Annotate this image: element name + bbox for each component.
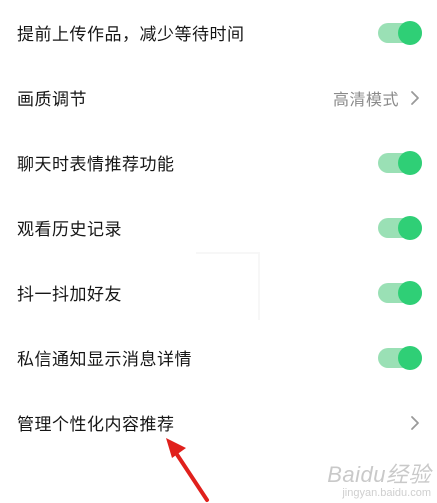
toggle-knob	[398, 215, 422, 240]
toggle-knob	[398, 150, 422, 175]
toggle-switch-watch-history[interactable]	[378, 215, 422, 240]
toggle-switch-emoji-recommend[interactable]	[378, 150, 422, 175]
setting-label: 管理个性化内容推荐	[17, 415, 175, 435]
setting-row-message-details[interactable]: 私信通知显示消息详情	[0, 325, 437, 390]
setting-label: 私信通知显示消息详情	[17, 350, 192, 370]
setting-link-group[interactable]	[409, 415, 421, 431]
setting-label: 聊天时表情推荐功能	[17, 155, 175, 175]
toggle-knob	[398, 345, 422, 370]
chevron-right-icon	[411, 415, 419, 430]
watermark-logo: Baidu经验	[327, 461, 431, 487]
setting-row-emoji-recommend[interactable]: 聊天时表情推荐功能	[0, 130, 437, 195]
toggle-switch-shake-add-friend[interactable]	[378, 280, 422, 305]
watermark-url: jingyan.baidu.com	[342, 486, 431, 499]
baidu-jingyan-watermark: Baidu经验 jingyan.baidu.com	[327, 461, 431, 499]
chevron-right-icon	[411, 90, 419, 105]
setting-label: 画质调节	[17, 90, 87, 110]
setting-label: 抖一抖加好友	[17, 285, 122, 305]
setting-row-video-quality[interactable]: 画质调节 高清模式	[0, 65, 437, 130]
toggle-knob	[398, 20, 422, 45]
setting-row-shake-add-friend[interactable]: 抖一抖加好友	[0, 260, 437, 325]
red-arrow-annotation-icon	[166, 438, 209, 502]
toggle-switch-message-details[interactable]	[378, 345, 422, 370]
setting-label: 提前上传作品，减少等待时间	[17, 25, 245, 45]
toggle-switch-early-upload[interactable]	[378, 20, 422, 45]
toggle-knob	[398, 280, 422, 305]
setting-row-early-upload[interactable]: 提前上传作品，减少等待时间	[0, 0, 437, 65]
setting-value: 高清模式	[332, 89, 399, 109]
setting-row-watch-history[interactable]: 观看历史记录	[0, 195, 437, 260]
setting-label: 观看历史记录	[17, 220, 122, 240]
settings-list: 提前上传作品，减少等待时间 画质调节 高清模式 聊天时表情推荐功能 观看历史记录…	[0, 0, 437, 455]
setting-value-group[interactable]: 高清模式	[333, 86, 421, 110]
